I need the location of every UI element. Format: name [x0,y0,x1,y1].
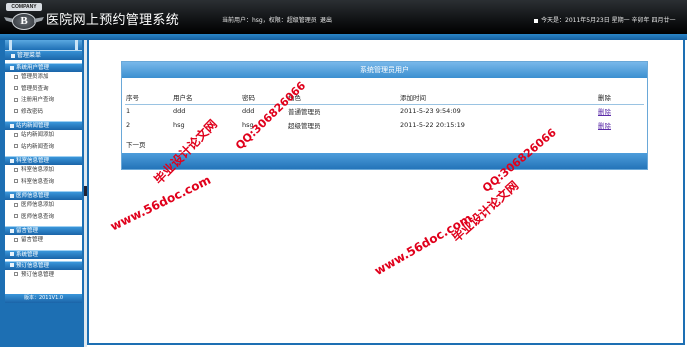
date-text: 今天是：2011年5月23日 星期一 辛卯年 四月廿一 [541,17,676,24]
group-label: 站内新闻管理 [16,123,50,129]
doc-icon [14,97,18,102]
menu-item-label: 科室信息添加 [21,167,55,173]
group-label: 留言管理 [16,228,39,234]
doc-icon [14,179,18,183]
menu-item-department-query[interactable]: 科室信息查询 [5,177,82,189]
col-header-time: 添加时间 [399,90,597,105]
group-message[interactable]: 留言管理 [5,226,82,235]
group-label: 预订信息管理 [16,262,50,269]
panel-footer [122,153,647,169]
menu-item-admin-query[interactable]: 管理员查询 [5,84,82,96]
sidebar: 管理菜单 系统用户管理 管理员添加 管理员查询 注册用户查询 修改密码 站内新闻… [5,40,82,302]
panel-title: 系统管理员用户 [122,62,647,78]
group-department[interactable]: 科室信息管理 [5,156,82,165]
group-square-icon [10,252,14,256]
cell-time: 2011-5-23 9:54:09 [400,107,461,116]
logo-wing-right [34,17,44,23]
menu-item-doctor-query[interactable]: 医师信息查询 [5,212,82,224]
menu-item-doctor-add[interactable]: 医师信息添加 [5,200,82,212]
group-system-users[interactable]: 系统用户管理 [5,63,82,72]
table-header-row: 序号 用户名 密码 角色 添加时间 删除 [125,90,644,105]
doc-icon [14,214,18,218]
group-system[interactable]: 系统管理 [5,249,82,259]
menu-item-label: 预订信息管理 [21,271,55,278]
group-booking[interactable]: 预订信息管理 [5,260,82,270]
doc-icon [14,132,18,137]
cell-role: 普通管理员 [288,108,321,117]
menu-item-change-password[interactable]: 修改密码 [5,107,82,119]
cell-no: 2 [126,121,131,129]
group-label: 科室信息管理 [16,158,50,164]
menu-item-label: 管理员添加 [21,74,49,80]
menu-item-label: 管理员查询 [21,85,49,92]
cell-role: 超级管理员 [288,122,321,130]
admin-users-panel: 系统管理员用户 序号 用户名 密码 角色 添加时间 删除 1 ddd ddd 普… [121,61,648,170]
menu-item-news-query[interactable]: 站内新闻查询 [5,142,82,154]
menu-item-department-add[interactable]: 科室信息添加 [5,165,82,177]
current-user-info: 当前用户：hsg，权限：超级管理员 [222,17,317,24]
sidebar-title-label: 管理菜单 [17,52,42,59]
group-doctor[interactable]: 医师信息管理 [5,191,82,200]
menu-item-admin-add[interactable]: 管理员添加 [5,72,82,84]
menu-square-icon [11,53,15,58]
app-title: 医院网上预约管理系统 [46,13,180,28]
version-label: 版本：2011V1.0 [5,294,82,303]
date-bullet-icon [534,18,538,23]
doc-icon [14,74,18,79]
group-label: 系统用户管理 [16,65,50,71]
group-square-icon [10,123,14,128]
group-label: 系统管理 [16,251,39,258]
cell-delete: 删除 [597,118,644,132]
doc-icon [14,167,18,172]
cell-time: 2011-5-22 20:15:19 [400,121,465,129]
table-row: 1 ddd ddd 普通管理员 2011-5-23 9:54:09 删除 [125,104,644,118]
group-square-icon [10,193,14,198]
menu-item-news-add[interactable]: 站内新闻添加 [5,130,82,142]
group-square-icon [10,158,14,163]
group-news[interactable]: 站内新闻管理 [5,121,82,130]
doc-icon [14,237,18,242]
doc-icon [14,272,18,276]
menu-item-booking-manage[interactable]: 预订信息管理 [5,270,82,282]
menu-item-label: 站内新闻添加 [21,132,55,138]
menu-item-label: 注册用户查询 [21,97,55,103]
logo: COMPANY B [4,3,44,31]
doc-icon [14,109,18,113]
logout-link[interactable]: 退出 [320,15,332,24]
group-square-icon [10,65,14,70]
group-label: 医师信息管理 [16,193,50,199]
delete-link[interactable]: 删除 [598,122,611,130]
menu-item-label: 科室信息查询 [21,178,55,185]
next-page-link[interactable]: 下一页 [126,139,146,149]
sidebar-title: 管理菜单 [5,50,82,60]
logo-badge-text: COMPANY [6,3,42,11]
col-header-username: 用户名 [172,90,241,105]
group-square-icon [10,263,14,267]
menu-item-label: 医师信息添加 [21,202,55,208]
logo-emblem: B [12,13,36,30]
col-header-delete: 删除 [597,90,644,105]
menu-item-label: 站内新闻查询 [21,143,55,150]
menu-item-user-query[interactable]: 注册用户查询 [5,95,82,107]
app-header: COMPANY B 医院网上预约管理系统 当前用户：hsg，权限：超级管理员 退… [0,0,687,34]
menu-item-label: 留言管理 [21,237,44,243]
doc-icon [14,86,18,90]
menu-item-message-manage[interactable]: 留言管理 [5,235,82,247]
doc-icon [14,202,18,207]
date-info: 今天是：2011年5月23日 星期一 辛卯年 四月廿一 [534,15,675,24]
sidebar-header [5,40,82,50]
menu-item-label: 医师信息查询 [21,213,55,220]
pin-left-icon [9,40,12,50]
col-header-no: 序号 [125,90,172,105]
cell-no: 1 [126,107,131,116]
cell-delete: 删除 [597,104,644,118]
group-square-icon [10,228,14,233]
delete-link[interactable]: 删除 [598,108,611,116]
menu-item-label: 修改密码 [21,108,44,115]
pin-right-icon [75,40,78,50]
doc-icon [14,144,18,148]
